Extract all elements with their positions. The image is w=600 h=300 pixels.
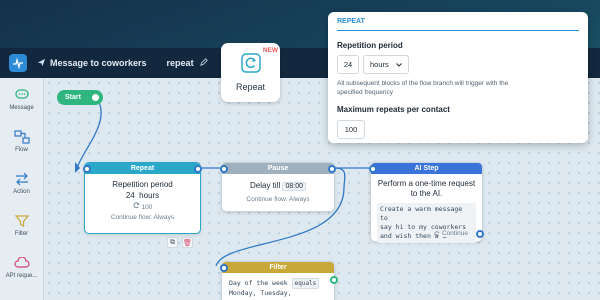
panel-title: REPEAT [337,18,579,31]
repeat-count-row: 100 [85,202,200,211]
breadcrumb-label[interactable]: Message to coworkers [50,58,147,68]
sidebar-item-label: Message [9,104,34,111]
pause-output-port[interactable] [328,165,336,173]
new-badge: NEW [262,47,278,54]
sidebar-item-action[interactable]: Action [0,162,43,204]
pause-node[interactable]: Pause Delay till 08:00 Continue flow: Al… [220,162,336,212]
repeat-node[interactable]: Repeat Repetition period 24 hours 100 Co… [83,162,202,234]
flow-name[interactable]: repeat [167,58,194,68]
breadcrumb[interactable]: Message to coworkers [37,58,147,69]
filter-row1: Day of the week equals [229,278,327,289]
copy-icon[interactable]: ⧉ [167,237,178,248]
edit-pencil-icon[interactable] [199,58,208,68]
filter-output-port[interactable] [330,276,338,284]
ai-step-line1: Perform a one-time request [377,179,476,188]
sidebar-item-api-request[interactable]: API reque... [0,246,43,288]
sidebar-item-message[interactable]: Message [0,78,43,120]
repeat-output-port[interactable] [194,165,202,173]
ai-step-description: Perform a one-time request to the AI. [371,179,482,199]
filter-node-header: Filter [222,262,334,273]
filter-operator: equals [291,278,320,289]
repeat-block-icon [240,53,261,75]
repeat-period-unit: hours [139,191,160,200]
unit-select-value: hours [370,60,389,69]
max-repeats-input[interactable]: 100 [337,120,365,139]
period-row: 24 hours [337,55,579,74]
sidebar-item-label: Action [13,188,30,195]
repeat-block-label: Repeat [235,82,266,92]
period-note-line1: All subsequent blocks of the flow branch… [337,80,509,87]
filter-input-port[interactable] [220,264,228,272]
repeat-block-card[interactable]: NEW Repeat [221,43,280,102]
delete-icon[interactable]: 🗑 [182,237,193,248]
filter-field: Day of the week [229,279,288,287]
flow-name-group[interactable]: repeat [167,58,208,68]
ai-step-footer: Continue [434,230,468,237]
chat-bubble-icon [14,88,30,102]
start-label: Start [65,94,81,101]
repeat-period-row: 24 hours [85,191,200,200]
sidebar-item-label: Filter [14,230,29,237]
ai-step-line2: to the AI. [410,189,443,198]
cloud-icon [13,256,30,270]
ai-step-output-port[interactable] [476,230,484,238]
sidebar-item-label: Flow [15,146,28,153]
period-input[interactable]: 24 [337,55,359,74]
sidebar-item-filter[interactable]: Filter [0,204,43,246]
filter-icon [14,214,30,228]
repeat-period-label: Repetition period [112,180,173,189]
unit-select[interactable]: hours [363,55,409,74]
send-icon [37,58,46,69]
start-node[interactable]: Start [57,90,103,105]
ai-step-node[interactable]: AI Step Perform a one-time request to th… [369,162,484,243]
block-palette-sidebar: Message Flow Action Filter API reque... [0,78,44,300]
pause-node-header: Pause [222,163,334,174]
sidebar-item-label: API reque... [5,272,38,279]
period-note: All subsequent blocks of the flow branch… [337,79,579,97]
pause-delay-label: Delay till [250,181,281,190]
repeat-period-value: 24 [125,191,135,200]
pause-input-port[interactable] [220,165,228,173]
start-port[interactable] [90,92,101,103]
period-note-line2: specified frequency [337,89,394,96]
max-repeats-label: Maximum repeats per contact [337,105,450,114]
repeat-node-tools: ⧉ 🗑 [167,237,193,248]
filter-row2: Monday, Tuesday, [229,289,292,297]
continue-icon [434,230,440,236]
repeat-input-port[interactable] [83,165,91,173]
flow-icon [13,129,30,144]
ai-step-input-port[interactable] [369,165,377,173]
chevron-down-icon [396,60,402,69]
ai-step-prompt-line1: Create a warm message to [380,205,463,222]
pause-delay-row: Delay till 08:00 [222,181,334,191]
app-logo-icon[interactable] [9,54,27,72]
ai-step-continue-label: Continue [441,230,468,237]
pause-footer: Continue flow: Always [246,196,310,203]
period-label: Repetition period [337,41,403,50]
filter-node[interactable]: Filter Day of the week equals Monday, Tu… [220,261,338,300]
repeat-settings-panel: REPEAT Repetition period 24 hours All su… [328,12,588,143]
pause-time-chip: 08:00 [282,182,306,191]
repeat-footer: Continue flow: Always [110,214,175,221]
sidebar-item-flow[interactable]: Flow [0,120,43,162]
filter-condition: Day of the week equals Monday, Tuesday, [226,276,330,300]
repeat-node-header: Repeat [85,163,200,174]
ai-step-header: AI Step [371,163,482,174]
action-arrows-icon [14,172,30,186]
ai-step-prompt: Create a warm message to say hi to my co… [377,203,476,243]
repeat-count: 100 [141,204,153,211]
